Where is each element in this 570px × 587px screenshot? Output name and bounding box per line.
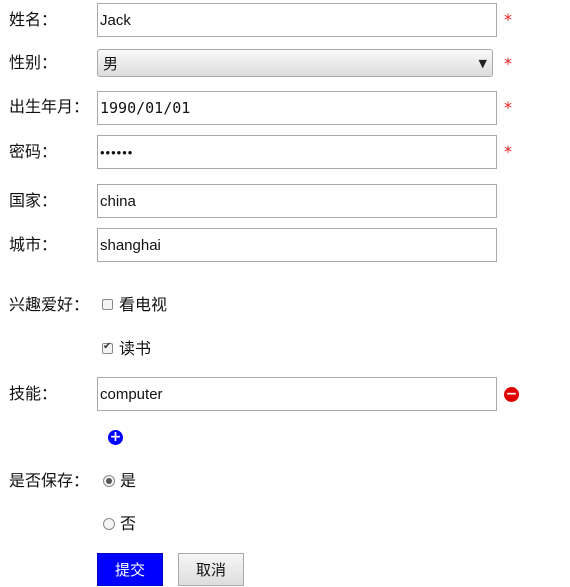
skill-label: 技能： (9, 384, 58, 403)
birth-required-mark: * (504, 98, 512, 117)
password-input[interactable]: •••••• (97, 135, 497, 169)
password-required-mark: * (504, 142, 512, 161)
gender-label: 性别： (9, 53, 58, 72)
hobby-label: 兴趣爱好： (9, 295, 90, 314)
country-label: 国家： (9, 191, 58, 210)
save-no-radio[interactable] (103, 518, 115, 530)
password-label: 密码： (9, 142, 58, 161)
save-no-label: 否 (120, 514, 137, 533)
name-label: 姓名： (9, 10, 58, 29)
cancel-button[interactable]: 取消 (178, 553, 244, 586)
hobby-tv-label: 看电视 (119, 295, 168, 314)
hobby-reading-checkbox[interactable] (102, 341, 113, 354)
skill-input[interactable]: computer (97, 377, 497, 411)
remove-skill-button[interactable]: − (504, 387, 519, 402)
submit-button[interactable]: 提交 (97, 553, 163, 586)
gender-select-value: 男 (103, 54, 119, 73)
city-label: 城市： (9, 235, 58, 254)
name-input[interactable]: Jack (97, 3, 497, 37)
city-input[interactable]: shanghai (97, 228, 497, 262)
gender-required-mark: * (504, 54, 512, 73)
birth-label: 出生年月： (9, 97, 90, 116)
hobby-reading-label: 读书 (119, 339, 152, 358)
chevron-down-icon: ▼ (478, 56, 487, 70)
hobby-tv-checkbox[interactable] (102, 299, 113, 310)
gender-select[interactable]: 男 ▼ (97, 49, 493, 77)
name-required-mark: * (504, 10, 512, 29)
save-label: 是否保存： (9, 471, 90, 490)
birth-input[interactable]: 1990/01/01 (97, 91, 497, 125)
save-yes-radio[interactable] (103, 475, 115, 487)
country-input[interactable]: china (97, 184, 497, 218)
add-skill-button[interactable]: + (108, 430, 123, 445)
save-yes-label: 是 (120, 471, 137, 490)
